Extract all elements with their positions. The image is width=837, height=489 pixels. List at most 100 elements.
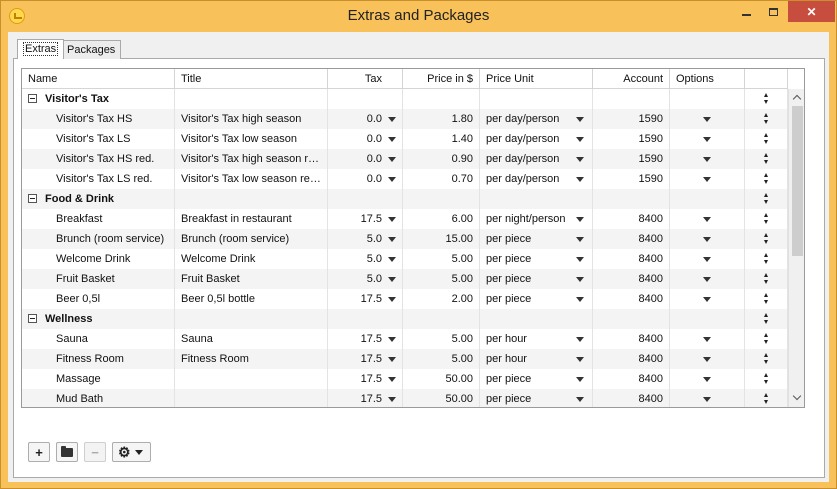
title-cell[interactable]: Visitor's Tax high season xyxy=(175,109,328,129)
sort-cell[interactable] xyxy=(745,89,788,109)
minimize-button[interactable] xyxy=(733,1,759,22)
extras-grid[interactable]: Name Title Tax Price in $ Price Unit Acc… xyxy=(21,68,805,408)
tax-cell[interactable]: 17.5 xyxy=(328,209,403,229)
sort-updown-icon[interactable] xyxy=(764,253,769,265)
scroll-down-icon[interactable] xyxy=(793,394,801,402)
dropdown-arrow-icon[interactable] xyxy=(388,277,396,282)
title-cell[interactable]: Fitness Room xyxy=(175,349,328,369)
column-header-title[interactable]: Title xyxy=(175,69,328,89)
group-name-cell[interactable]: Wellness xyxy=(22,309,175,329)
sort-updown-icon[interactable] xyxy=(764,353,769,365)
dropdown-arrow-icon[interactable] xyxy=(703,297,711,302)
sort-updown-icon[interactable] xyxy=(764,373,769,385)
price-cell[interactable]: 50.00 xyxy=(403,389,480,407)
unit-cell[interactable]: per day/person xyxy=(480,129,593,149)
table-row[interactable]: Beer 0,5l Beer 0,5l bottle 17.5 2.00 per pie… xyxy=(22,289,788,309)
dropdown-arrow-icon[interactable] xyxy=(576,297,584,302)
table-row[interactable]: Massage 17.5 50.00 per piece 8400 xyxy=(22,369,788,389)
maximize-button[interactable] xyxy=(760,1,786,22)
sort-cell[interactable] xyxy=(745,229,788,249)
account-cell[interactable]: 8400 xyxy=(593,209,670,229)
dropdown-arrow-icon[interactable] xyxy=(388,137,396,142)
table-row[interactable]: Visitor's Tax HS Visitor's Tax high seaso… xyxy=(22,109,788,129)
price-cell[interactable]: 5.00 xyxy=(403,249,480,269)
column-header-options[interactable]: Options xyxy=(670,69,745,89)
table-row[interactable]: Visitor's Tax HS red. Visitor's Tax high … xyxy=(22,149,788,169)
tax-cell[interactable]: 0.0 xyxy=(328,129,403,149)
unit-cell[interactable]: per piece xyxy=(480,269,593,289)
options-cell[interactable] xyxy=(670,129,745,149)
unit-cell[interactable]: per day/person xyxy=(480,149,593,169)
title-cell[interactable]: Breakfast in restaurant xyxy=(175,209,328,229)
tax-cell[interactable]: 5.0 xyxy=(328,249,403,269)
unit-cell[interactable]: per hour xyxy=(480,329,593,349)
unit-cell[interactable]: per piece xyxy=(480,369,593,389)
table-row[interactable]: Fitness Room Fitness Room 17.5 5.00 per hour… xyxy=(22,349,788,369)
group-name-cell[interactable]: Food & Drink xyxy=(22,189,175,209)
sort-cell[interactable] xyxy=(745,269,788,289)
sort-cell[interactable] xyxy=(745,349,788,369)
tab-extras[interactable]: Extras xyxy=(17,39,65,59)
sort-updown-icon[interactable] xyxy=(764,293,769,305)
column-header-tax[interactable]: Tax xyxy=(328,69,403,89)
options-cell[interactable] xyxy=(670,389,745,407)
sort-updown-icon[interactable] xyxy=(764,193,769,205)
column-header-name[interactable]: Name xyxy=(22,69,175,89)
name-cell[interactable]: Brunch (room service) xyxy=(22,229,175,249)
dropdown-arrow-icon[interactable] xyxy=(703,377,711,382)
account-cell[interactable]: 1590 xyxy=(593,129,670,149)
tab-packages[interactable]: Packages xyxy=(61,40,122,59)
group-row[interactable]: Visitor's Tax xyxy=(22,89,788,109)
sort-cell[interactable] xyxy=(745,289,788,309)
tax-cell[interactable]: 0.0 xyxy=(328,109,403,129)
sort-updown-icon[interactable] xyxy=(764,133,769,145)
scroll-thumb[interactable] xyxy=(792,106,803,256)
dropdown-arrow-icon[interactable] xyxy=(388,337,396,342)
tax-cell[interactable]: 0.0 xyxy=(328,149,403,169)
account-cell[interactable]: 8400 xyxy=(593,389,670,407)
tax-cell[interactable]: 17.5 xyxy=(328,369,403,389)
dropdown-arrow-icon[interactable] xyxy=(703,237,711,242)
dropdown-arrow-icon[interactable] xyxy=(388,157,396,162)
sort-cell[interactable] xyxy=(745,329,788,349)
title-cell[interactable]: Brunch (room service) xyxy=(175,229,328,249)
sort-cell[interactable] xyxy=(745,169,788,189)
sort-updown-icon[interactable] xyxy=(764,173,769,185)
table-row[interactable]: Fruit Basket Fruit Basket 5.0 5.00 per piece… xyxy=(22,269,788,289)
title-bar[interactable]: Extras and Packages ✕ xyxy=(1,1,836,31)
dropdown-arrow-icon[interactable] xyxy=(388,217,396,222)
sort-cell[interactable] xyxy=(745,209,788,229)
name-cell[interactable]: Massage xyxy=(22,369,175,389)
dropdown-arrow-icon[interactable] xyxy=(576,337,584,342)
collapse-icon[interactable] xyxy=(28,314,37,323)
group-row[interactable]: Food & Drink xyxy=(22,189,788,209)
tax-cell[interactable]: 0.0 xyxy=(328,169,403,189)
account-cell[interactable]: 8400 xyxy=(593,329,670,349)
unit-cell[interactable]: per piece xyxy=(480,389,593,407)
unit-cell[interactable]: per day/person xyxy=(480,169,593,189)
table-row[interactable]: Mud Bath 17.5 50.00 per piece 8400 xyxy=(22,389,788,407)
options-cell[interactable] xyxy=(670,349,745,369)
account-cell[interactable]: 8400 xyxy=(593,289,670,309)
price-cell[interactable]: 50.00 xyxy=(403,369,480,389)
dropdown-arrow-icon[interactable] xyxy=(703,117,711,122)
price-cell[interactable]: 2.00 xyxy=(403,289,480,309)
title-cell[interactable]: Beer 0,5l bottle xyxy=(175,289,328,309)
title-cell[interactable]: Fruit Basket xyxy=(175,269,328,289)
settings-menu-button[interactable]: ⚙ xyxy=(112,442,151,462)
account-cell[interactable]: 8400 xyxy=(593,229,670,249)
price-cell[interactable]: 0.90 xyxy=(403,149,480,169)
title-cell[interactable]: Sauna xyxy=(175,329,328,349)
account-cell[interactable]: 8400 xyxy=(593,349,670,369)
sort-updown-icon[interactable] xyxy=(764,213,769,225)
name-cell[interactable]: Mud Bath xyxy=(22,389,175,407)
remove-button[interactable]: − xyxy=(84,442,106,462)
sort-updown-icon[interactable] xyxy=(764,233,769,245)
table-row[interactable]: Welcome Drink Welcome Drink 5.0 5.00 per pie… xyxy=(22,249,788,269)
account-cell[interactable]: 8400 xyxy=(593,369,670,389)
title-cell[interactable]: Visitor's Tax high season re... xyxy=(175,149,328,169)
dropdown-arrow-icon[interactable] xyxy=(703,397,711,402)
group-row[interactable]: Wellness xyxy=(22,309,788,329)
price-cell[interactable]: 5.00 xyxy=(403,349,480,369)
unit-cell[interactable]: per day/person xyxy=(480,109,593,129)
